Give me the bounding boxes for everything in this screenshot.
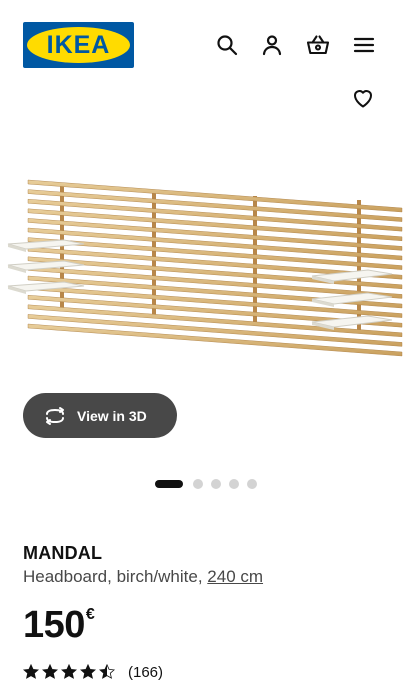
product-name: MANDAL	[23, 543, 103, 563]
product-description: Headboard, birch/white, 240 cm	[23, 567, 263, 587]
carousel-dot-active[interactable]	[155, 480, 183, 488]
carousel-dot[interactable]	[193, 479, 203, 489]
star-full-icon	[61, 664, 77, 679]
headboard-product-image[interactable]	[0, 160, 409, 390]
price-currency: €	[85, 606, 95, 623]
ikea-logo[interactable]: IKEA	[23, 22, 134, 68]
rotate-3d-icon	[46, 406, 64, 425]
product-page: IKEA View in 3D MANDAL Headboard, birch/…	[0, 0, 409, 698]
menu-icon[interactable]	[352, 33, 376, 57]
image-carousel-dots	[155, 478, 265, 490]
basket-icon[interactable]	[306, 33, 330, 57]
star-full-icon	[80, 664, 96, 679]
rating-count: (166)	[128, 663, 164, 681]
carousel-dot[interactable]	[211, 479, 221, 489]
product-description-text: Headboard, birch/white,	[23, 567, 208, 586]
view-in-3d-button[interactable]: View in 3D	[23, 393, 177, 438]
product-rating[interactable]: (166)	[23, 662, 163, 682]
size-link[interactable]: 240 cm	[207, 567, 263, 586]
product-price: 150 €	[23, 603, 95, 647]
headboard-illustration	[7, 179, 403, 357]
header: IKEA	[0, 0, 409, 90]
rating-stars	[23, 664, 118, 680]
search-icon[interactable]	[215, 33, 239, 57]
star-full-icon	[42, 664, 58, 679]
logo-text: IKEA	[46, 30, 111, 59]
carousel-dot[interactable]	[229, 479, 239, 489]
heart-icon[interactable]	[351, 86, 375, 110]
star-full-icon	[23, 664, 39, 679]
view-in-3d-label: View in 3D	[77, 407, 147, 424]
carousel-dot[interactable]	[247, 479, 257, 489]
account-icon[interactable]	[260, 33, 284, 57]
price-integer: 150	[23, 604, 85, 646]
star-half-icon	[99, 664, 115, 679]
